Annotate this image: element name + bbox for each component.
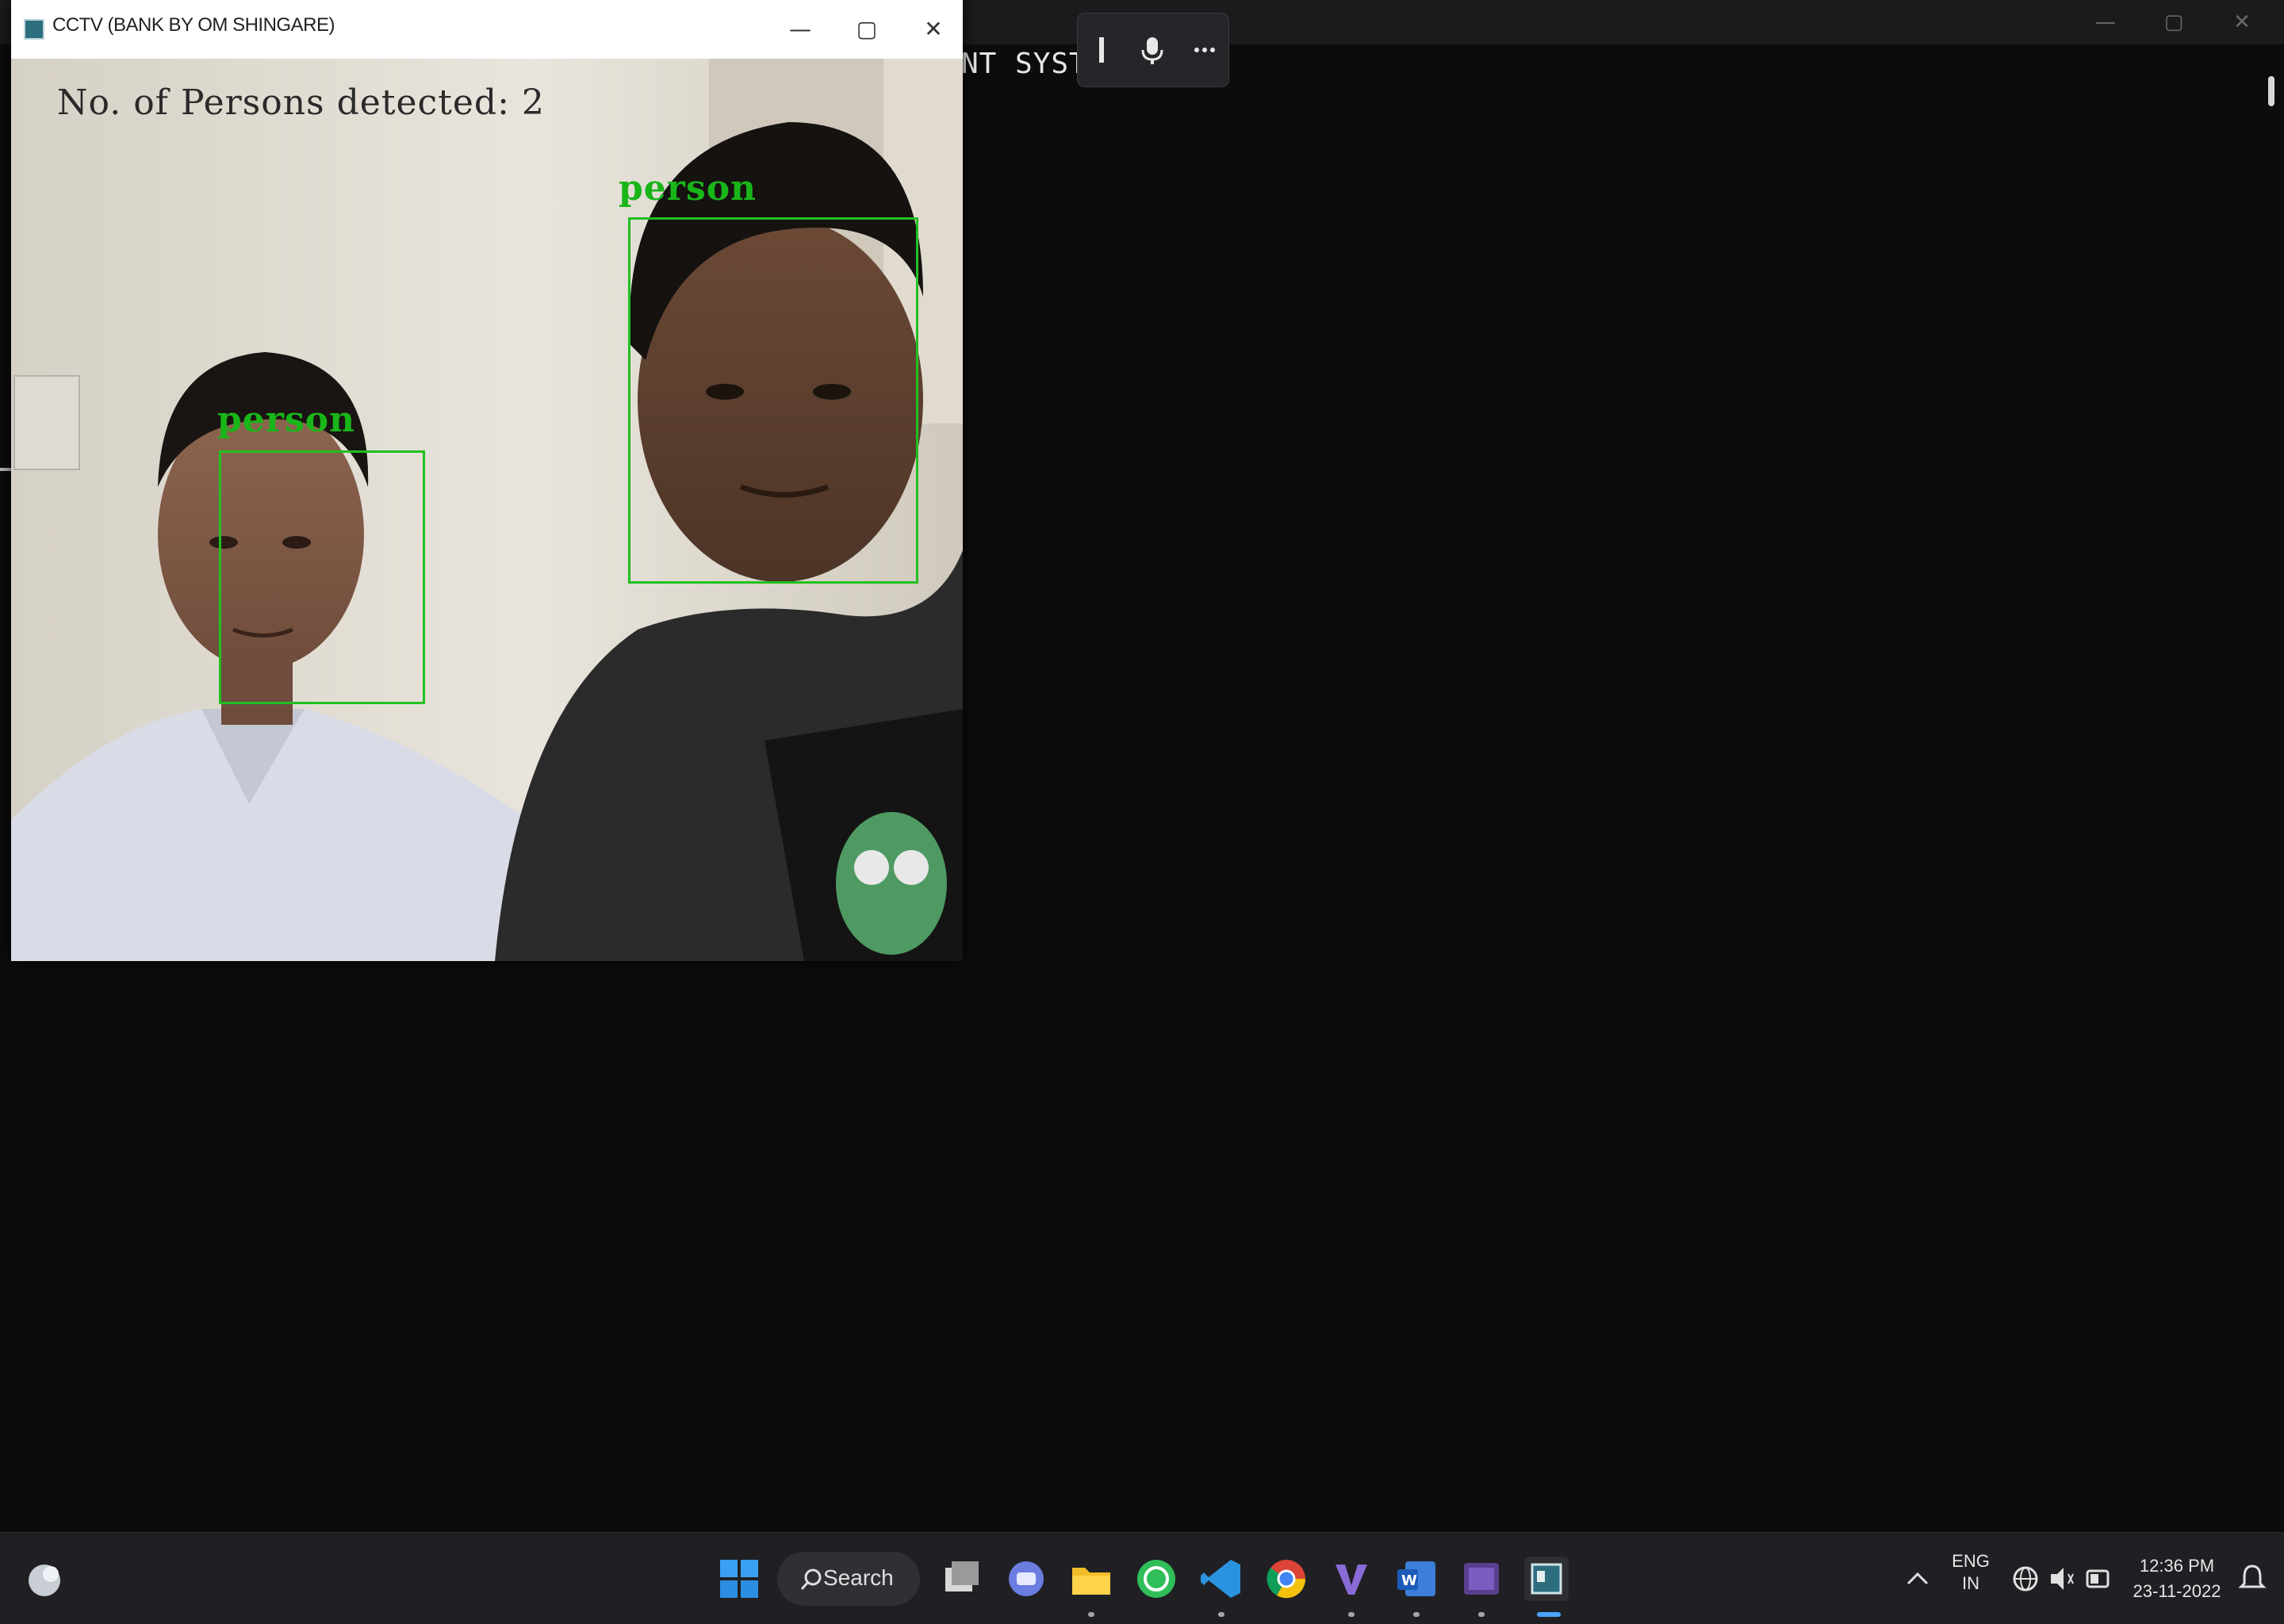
running-indicator — [1348, 1612, 1355, 1617]
cctv-app-icon — [24, 19, 44, 40]
cctv-taskbar-icon[interactable] — [1524, 1557, 1569, 1601]
start-icon[interactable] — [717, 1557, 761, 1601]
word-icon[interactable]: W — [1394, 1557, 1439, 1601]
language-indicator[interactable]: ENG IN — [1951, 1550, 1991, 1595]
terminal-minimize-button[interactable]: — — [2078, 5, 2133, 40]
terminal-scrollbar[interactable] — [2268, 76, 2274, 106]
minimize-button[interactable]: — — [772, 8, 828, 51]
notification-bell-icon[interactable] — [2236, 1557, 2268, 1601]
svg-text:W: W — [1401, 1572, 1417, 1589]
search-button[interactable]: Search — [777, 1552, 920, 1606]
detection-box — [219, 450, 425, 704]
running-indicator — [1478, 1612, 1485, 1617]
chrome-icon[interactable] — [1264, 1557, 1309, 1601]
more-icon[interactable] — [1189, 34, 1221, 66]
running-indicator — [1413, 1612, 1420, 1617]
vscode-icon[interactable] — [1199, 1557, 1244, 1601]
close-button[interactable]: ✕ — [906, 8, 961, 51]
window-title: CCTV (BANK BY OM SHINGARE) — [52, 14, 335, 36]
media-icon[interactable] — [1459, 1557, 1504, 1601]
persons-detected-counter: No. of Persons detected: 2 — [57, 82, 545, 123]
cursor-bar-icon[interactable] — [1086, 34, 1117, 66]
language-code: ENG — [1952, 1551, 1990, 1571]
search-label: Search — [823, 1565, 894, 1590]
terminal-output-text: NT SYST — [961, 48, 1087, 80]
active-indicator — [1537, 1612, 1561, 1617]
voice-typing-toolbar — [1077, 13, 1229, 87]
visual-studio-icon[interactable] — [1329, 1557, 1374, 1601]
region-code: IN — [1962, 1573, 1979, 1593]
taskbar: Search W ENG IN 12:36 PM 23-11-2022 — [0, 1532, 2284, 1624]
detection-label: person — [619, 168, 757, 209]
network-icon[interactable] — [2010, 1557, 2041, 1601]
terminal-close-button[interactable]: ✕ — [2214, 5, 2270, 40]
volume-icon[interactable] — [2046, 1557, 2078, 1601]
battery-icon[interactable] — [2083, 1557, 2114, 1601]
running-indicator — [1088, 1612, 1094, 1617]
widgets-icon[interactable] — [24, 1557, 68, 1601]
task-view-icon[interactable] — [939, 1557, 983, 1601]
desktop: — ▢ ✕ NT SYST CCTV (BANK BY OM SHINGARE)… — [0, 0, 2284, 1624]
detection-box — [628, 217, 918, 584]
clock[interactable]: 12:36 PM 23-11-2022 — [2125, 1553, 2228, 1604]
clock-date: 23-11-2022 — [2133, 1581, 2221, 1601]
running-indicator — [1218, 1612, 1224, 1617]
whatsapp-icon[interactable] — [1134, 1557, 1178, 1601]
maximize-button[interactable]: ▢ — [839, 8, 895, 51]
cctv-titlebar[interactable]: CCTV (BANK BY OM SHINGARE) — ▢ ✕ — [11, 0, 963, 59]
edge-marker — [0, 468, 11, 471]
file-explorer-icon[interactable] — [1069, 1557, 1113, 1601]
clock-time: 12:36 PM — [2139, 1556, 2215, 1576]
search-icon — [800, 1568, 822, 1590]
cctv-window[interactable]: CCTV (BANK BY OM SHINGARE) — ▢ ✕ No. of … — [11, 0, 963, 961]
camera-feed: No. of Persons detected: 2 person person — [11, 59, 963, 961]
microphone-icon[interactable] — [1136, 34, 1168, 66]
chevron-up-icon[interactable] — [1902, 1557, 1933, 1601]
detection-label: person — [217, 400, 356, 440]
chat-icon[interactable] — [1004, 1557, 1048, 1601]
terminal-maximize-button[interactable]: ▢ — [2146, 5, 2202, 40]
